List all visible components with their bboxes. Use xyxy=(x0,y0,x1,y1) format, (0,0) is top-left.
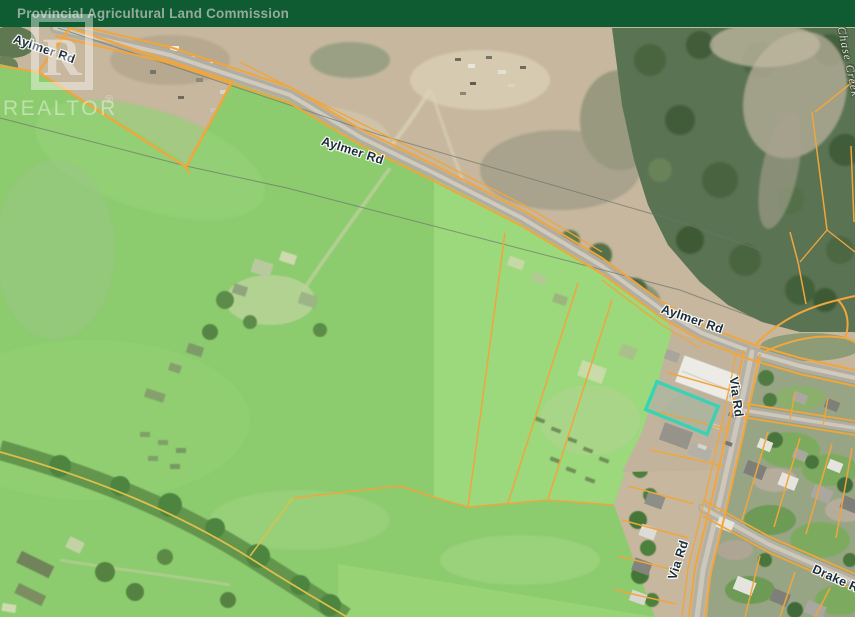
map-viewer-window: Aylmer Rd Aylmer Rd Aylmer Rd Via Rd Via… xyxy=(0,0,855,617)
header-title: Provincial Agricultural Land Commission xyxy=(0,6,289,21)
header-bar: Provincial Agricultural Land Commission xyxy=(0,0,855,27)
map-canvas[interactable] xyxy=(0,0,855,617)
